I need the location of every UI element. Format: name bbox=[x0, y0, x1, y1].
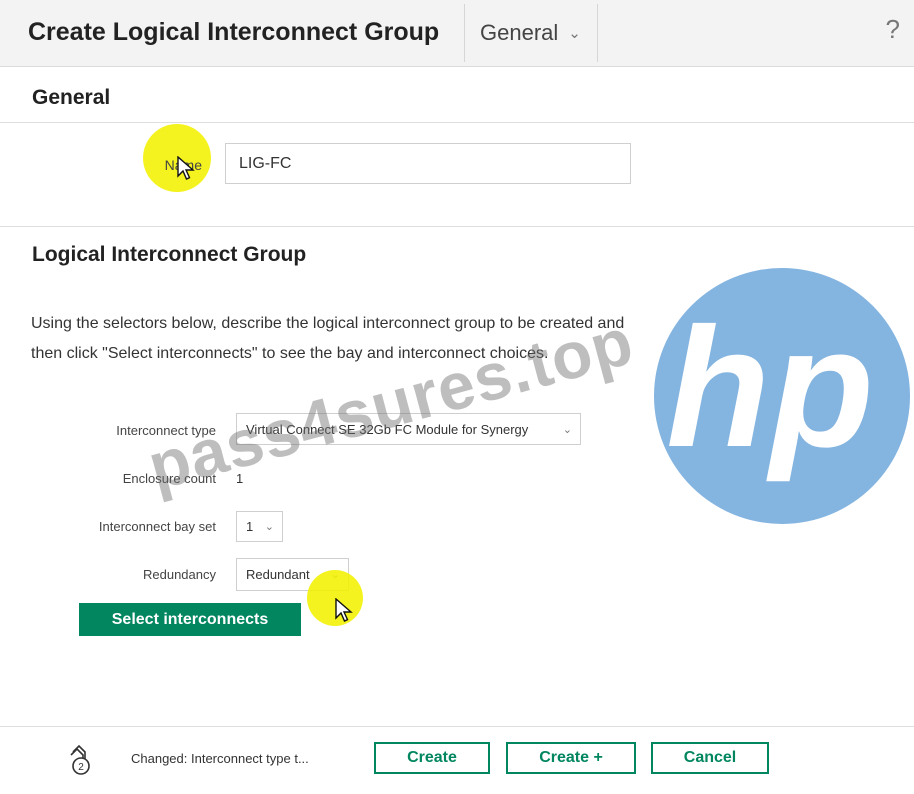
redundancy-value: Redundant bbox=[246, 567, 310, 582]
divider bbox=[0, 122, 914, 123]
hp-logo: hp bbox=[654, 268, 910, 524]
page-title: Create Logical Interconnect Group bbox=[28, 18, 440, 46]
create-button[interactable]: Create bbox=[374, 742, 490, 774]
interconnect-type-value: Virtual Connect SE 32Gb FC Module for Sy… bbox=[246, 421, 529, 437]
bay-set-value: 1 bbox=[246, 519, 254, 534]
chevron-down-icon: ⌄ bbox=[264, 521, 274, 533]
lig-heading: Logical Interconnect Group bbox=[32, 243, 307, 266]
chevron-down-icon: ⌄ bbox=[562, 423, 572, 436]
mouse-pointer-icon bbox=[335, 598, 353, 622]
redundancy-label: Redundancy bbox=[143, 567, 216, 582]
view-selector[interactable]: General ⌄ bbox=[464, 4, 598, 62]
mouse-pointer-icon bbox=[177, 156, 195, 180]
chevron-down-icon: ⌄ bbox=[568, 25, 581, 42]
name-input[interactable]: LIG-FC bbox=[225, 143, 631, 184]
help-icon[interactable]: ? bbox=[886, 14, 900, 45]
header-bar: Create Logical Interconnect Group Genera… bbox=[0, 0, 914, 67]
divider bbox=[0, 226, 914, 227]
changes-icon[interactable]: 2 bbox=[62, 743, 96, 777]
changes-status: Changed: Interconnect type t... bbox=[131, 751, 309, 766]
enclosure-count-value: 1 bbox=[236, 471, 244, 486]
general-heading: General bbox=[32, 86, 111, 109]
interconnect-type-select[interactable]: Virtual Connect SE 32Gb FC Module for Sy… bbox=[236, 413, 581, 445]
bay-set-label: Interconnect bay set bbox=[98, 519, 216, 534]
create-plus-button[interactable]: Create + bbox=[506, 742, 636, 774]
bay-set-select[interactable]: 1 ⌄ bbox=[236, 511, 283, 542]
select-interconnects-button[interactable]: Select interconnects bbox=[79, 603, 301, 636]
footer-bar: 2 Changed: Interconnect type t... Create… bbox=[0, 726, 914, 794]
svg-text:hp: hp bbox=[666, 293, 874, 483]
enclosure-count-label: Enclosure count bbox=[122, 471, 216, 486]
view-selector-label: General bbox=[480, 20, 559, 45]
cancel-button[interactable]: Cancel bbox=[651, 742, 769, 774]
interconnect-type-label: Interconnect type bbox=[116, 423, 216, 438]
lig-description: Using the selectors below, describe the … bbox=[31, 315, 625, 362]
svg-text:2: 2 bbox=[78, 762, 84, 773]
